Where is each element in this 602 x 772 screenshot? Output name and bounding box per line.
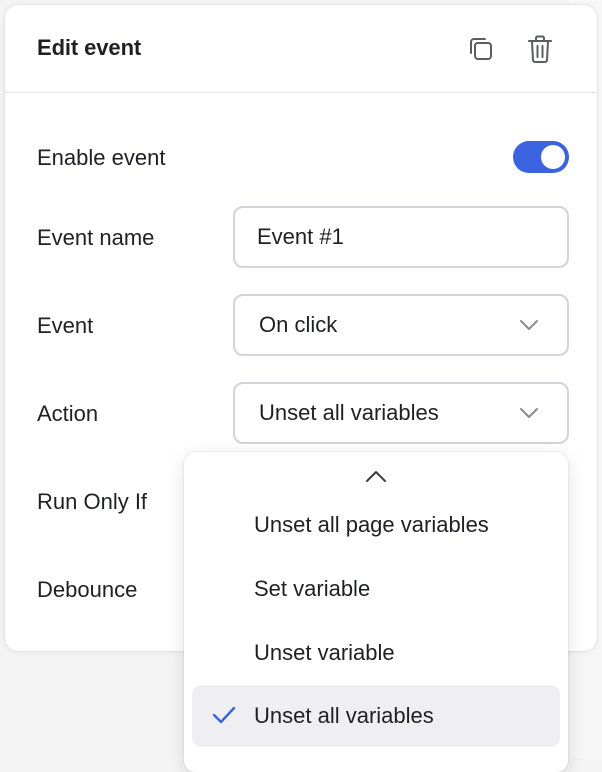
dropdown-option-unset-all-variables[interactable]: Unset all variables bbox=[192, 685, 560, 747]
toggle-knob bbox=[541, 145, 565, 169]
event-name-field[interactable] bbox=[233, 206, 569, 268]
dropdown-option-unset-all-page-variables[interactable]: Unset all page variables bbox=[192, 494, 560, 556]
trash-icon[interactable] bbox=[522, 31, 558, 67]
chevron-down-icon bbox=[519, 318, 539, 336]
chevron-down-icon bbox=[519, 406, 539, 424]
enable-event-toggle[interactable] bbox=[513, 141, 569, 173]
debounce-label: Debounce bbox=[37, 577, 138, 602]
event-select-value: On click bbox=[259, 312, 338, 337]
dropdown-option-set-variable[interactable]: Set variable bbox=[192, 558, 560, 620]
panel-header: Edit event bbox=[5, 5, 597, 93]
run-only-if-label: Run Only If bbox=[37, 489, 148, 514]
enable-event-label: Enable event bbox=[37, 145, 166, 170]
option-label: Unset variable bbox=[254, 640, 395, 665]
option-label: Set variable bbox=[254, 576, 371, 601]
event-select[interactable]: On click bbox=[233, 294, 569, 356]
option-label: Unset all variables bbox=[254, 703, 434, 728]
event-name-label: Event name bbox=[37, 225, 155, 250]
checkmark-icon bbox=[212, 705, 236, 730]
panel-title: Edit event bbox=[37, 35, 142, 60]
duplicate-icon[interactable] bbox=[463, 31, 499, 67]
action-select-value: Unset all variables bbox=[259, 400, 439, 425]
action-label: Action bbox=[37, 401, 99, 426]
dropdown-option-unset-variable[interactable]: Unset variable bbox=[192, 622, 560, 684]
chevron-up-icon[interactable] bbox=[362, 466, 390, 486]
event-name-input[interactable] bbox=[257, 208, 547, 266]
action-dropdown-menu: Unset all page variables Set variable Un… bbox=[184, 452, 568, 772]
option-label: Unset all page variables bbox=[254, 512, 489, 537]
action-select[interactable]: Unset all variables bbox=[233, 382, 569, 444]
event-label: Event bbox=[37, 313, 94, 338]
